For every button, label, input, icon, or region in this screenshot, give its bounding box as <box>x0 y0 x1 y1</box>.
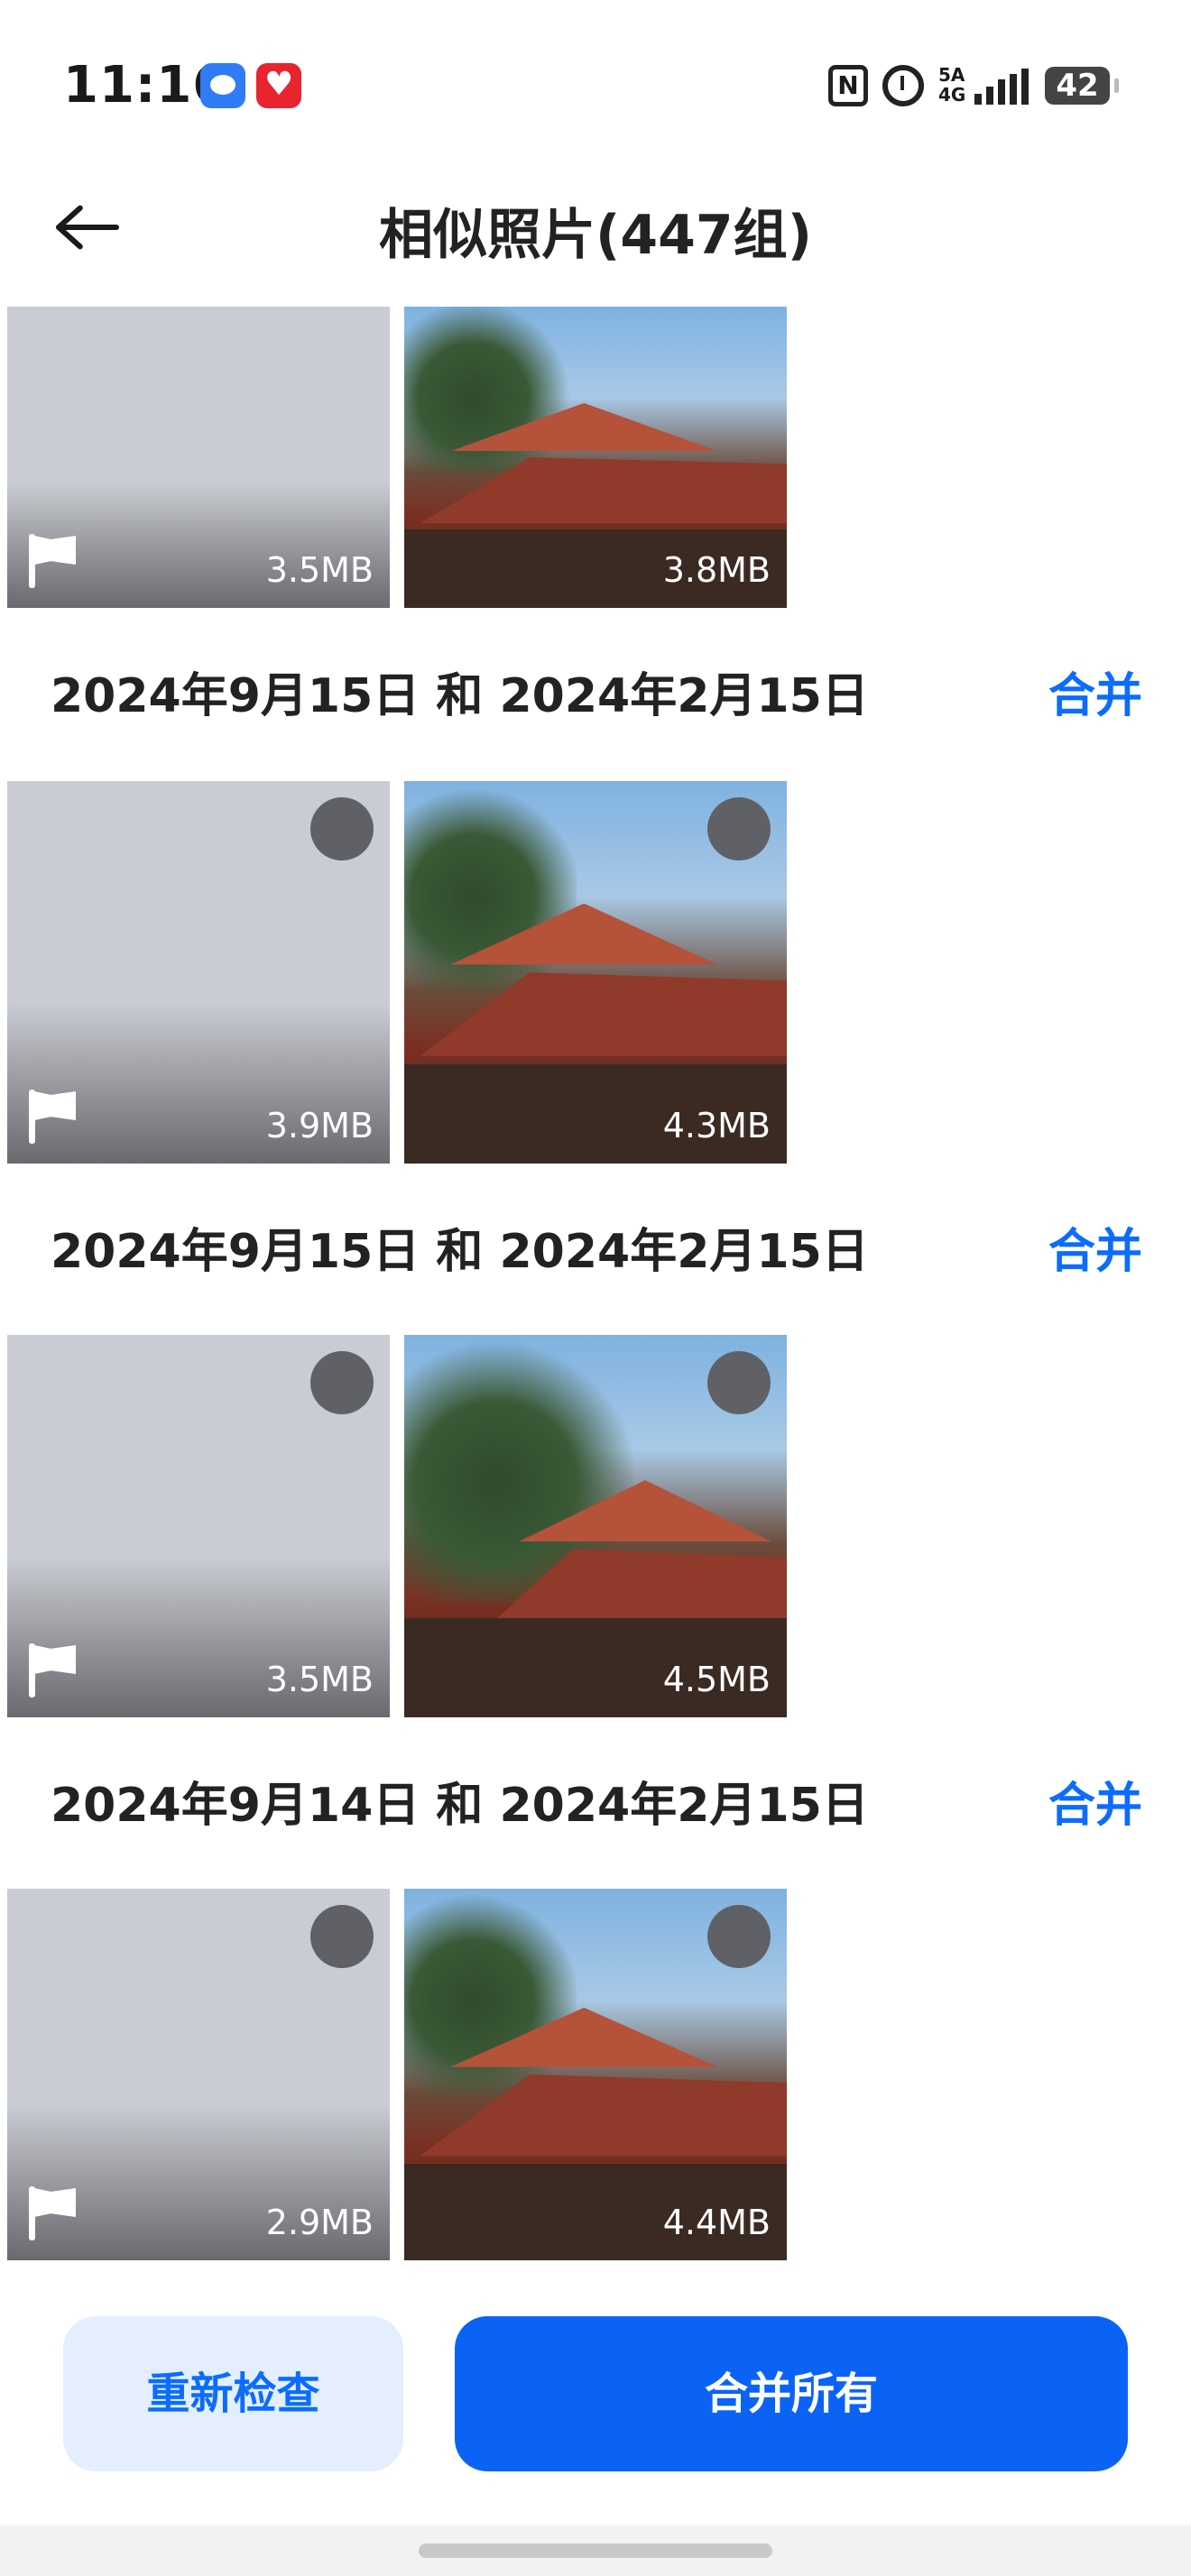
home-indicator[interactable] <box>419 2544 772 2558</box>
group-header: 2024年9月15日 和 2024年2月15日 合并 <box>51 1216 1142 1288</box>
select-checkbox[interactable] <box>707 797 771 860</box>
file-size-label: 4.5MB <box>662 1660 771 1699</box>
photo-thumbnail[interactable]: 4.4MB <box>404 1889 787 2260</box>
group-header: 2024年9月14日 和 2024年2月15日 合并 <box>51 1770 1142 1842</box>
file-size-label: 3.9MB <box>265 1106 374 1145</box>
flag-icon <box>27 2186 79 2240</box>
select-checkbox[interactable] <box>310 1905 374 1968</box>
merge-button[interactable]: 合并 <box>1048 660 1142 732</box>
photo-thumbnail[interactable]: 3.8MB <box>404 307 787 608</box>
nfc-icon: N <box>828 65 868 106</box>
select-checkbox[interactable] <box>707 1905 771 1968</box>
photo-thumbnail[interactable]: 3.9MB <box>7 781 390 1164</box>
select-checkbox[interactable] <box>707 1351 771 1414</box>
battery-indicator: 42 <box>1045 67 1119 105</box>
alarm-icon <box>882 65 924 106</box>
group-date-label: 2024年9月14日 和 2024年2月15日 <box>51 1779 869 1833</box>
favorites-app-icon <box>256 63 301 108</box>
select-checkbox[interactable] <box>310 1351 374 1414</box>
merge-button[interactable]: 合并 <box>1048 1770 1142 1842</box>
merge-button[interactable]: 合并 <box>1048 1216 1142 1288</box>
photo-thumbnail[interactable]: 2.9MB <box>7 1889 390 2260</box>
photo-thumbnail[interactable]: 4.3MB <box>404 781 787 1164</box>
file-size-label: 4.3MB <box>662 1106 771 1145</box>
signal-strength-icon <box>974 69 1032 105</box>
file-size-label: 3.5MB <box>265 550 374 590</box>
select-checkbox[interactable] <box>310 797 374 860</box>
network-type-label: 5A 4G <box>938 64 966 106</box>
group-date-label: 2024年9月15日 和 2024年2月15日 <box>51 1225 869 1279</box>
file-size-label: 4.4MB <box>662 2203 771 2242</box>
flag-icon <box>27 534 79 588</box>
photo-thumbnail[interactable]: 3.5MB <box>7 307 390 608</box>
group-header: 2024年9月15日 和 2024年2月15日 合并 <box>51 660 1142 732</box>
file-size-label: 2.9MB <box>265 2203 374 2242</box>
photo-thumbnail[interactable]: 3.5MB <box>7 1335 390 1717</box>
messages-app-icon <box>200 63 245 108</box>
flag-icon <box>27 1643 79 1697</box>
flag-icon <box>27 1090 79 1144</box>
group-date-label: 2024年9月15日 和 2024年2月15日 <box>51 669 869 723</box>
navigation-area <box>0 2525 1191 2576</box>
file-size-label: 3.5MB <box>265 1660 374 1699</box>
status-bar: 11:16 N 5A 4G 42 <box>0 0 1191 171</box>
recheck-button[interactable]: 重新检查 <box>63 2316 403 2471</box>
merge-all-button[interactable]: 合并所有 <box>455 2316 1128 2471</box>
similar-photos-screen: 11:16 N 5A 4G 42 相似照片(447组) 3.5MB 3.8MB … <box>0 0 1191 2576</box>
photo-thumbnail[interactable]: 4.5MB <box>404 1335 787 1717</box>
page-title: 相似照片(447组) <box>378 204 813 267</box>
file-size-label: 3.8MB <box>662 550 771 590</box>
